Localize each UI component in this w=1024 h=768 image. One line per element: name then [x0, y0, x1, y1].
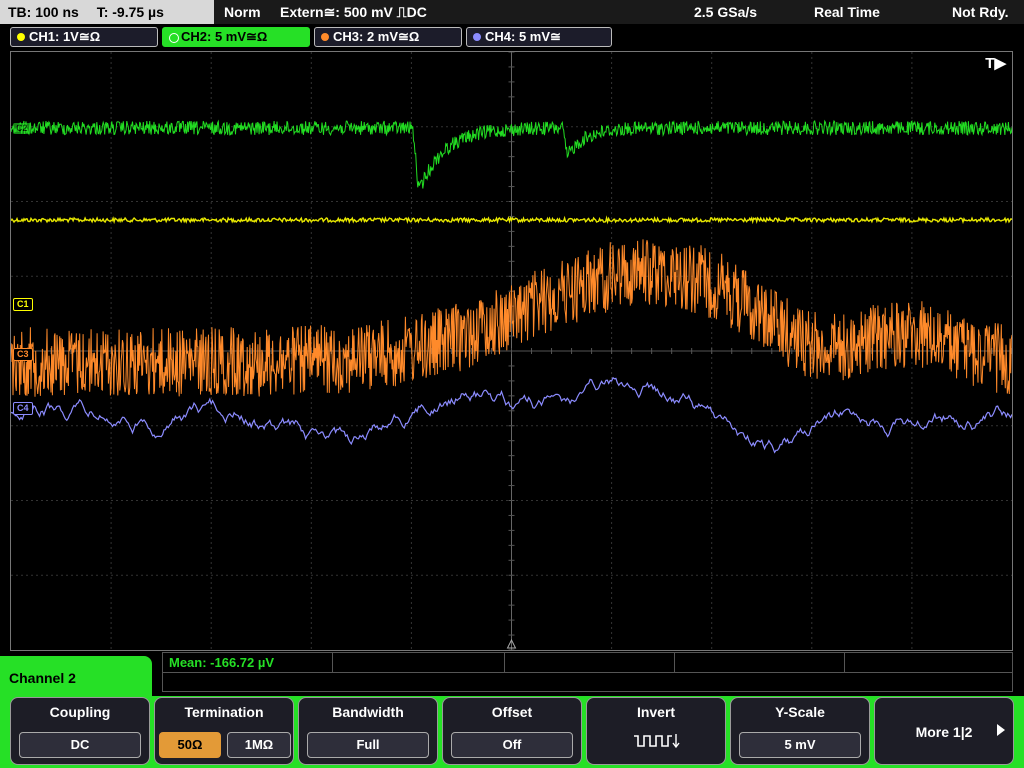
- invert-title: Invert: [636, 704, 676, 720]
- trigger-source[interactable]: Extern≅: 500 mV ⎍DC: [280, 0, 427, 24]
- trigger-time-value: T: -9.75 µs: [96, 4, 164, 20]
- more-label: More 1|2: [915, 724, 973, 740]
- trigger-mode[interactable]: Norm: [224, 0, 261, 24]
- tab-ch2[interactable]: CH2: 5 mV≅Ω: [162, 27, 310, 47]
- offset-softkey[interactable]: Offset Off: [442, 697, 582, 765]
- arrow-right-icon: [997, 724, 1005, 736]
- tab-ch4-label: CH4: 5 mV≅: [485, 29, 561, 44]
- offset-value[interactable]: Off: [451, 732, 573, 758]
- coupling-value[interactable]: DC: [19, 732, 141, 758]
- acquisition-state: Not Rdy.: [952, 4, 1009, 20]
- bandwidth-title: Bandwidth: [332, 704, 404, 720]
- yscale-value[interactable]: 5 mV: [739, 732, 861, 758]
- tab-ch4[interactable]: CH4: 5 mV≅: [466, 27, 612, 47]
- ch1-color-dot: [17, 33, 25, 41]
- termination-title: Termination: [184, 704, 264, 720]
- sample-rate: 2.5 GSa/s: [694, 4, 758, 20]
- ch4-offset-marker[interactable]: C4: [13, 402, 33, 415]
- ch3-offset-marker[interactable]: C3: [13, 348, 33, 361]
- bandwidth-value[interactable]: Full: [307, 732, 429, 758]
- timebase-value: TB: 100 ns: [8, 4, 79, 20]
- measurement-panel: Mean: -166.72 µV: [162, 652, 1013, 692]
- ch1-offset-marker[interactable]: C1: [13, 298, 33, 311]
- tab-ch1-label: CH1: 1V≅Ω: [29, 29, 101, 44]
- more-softkey[interactable]: More 1|2: [874, 697, 1014, 765]
- ch2-color-dot: [169, 33, 179, 43]
- tab-ch3[interactable]: CH3: 2 mV≅Ω: [314, 27, 462, 47]
- yscale-softkey[interactable]: Y-Scale 5 mV: [730, 697, 870, 765]
- invert-softkey[interactable]: Invert: [586, 697, 726, 765]
- mean-measurement: Mean: -166.72 µV: [169, 655, 275, 670]
- ch2-offset-marker[interactable]: C2: [13, 123, 31, 134]
- tab-ch2-label: CH2: 5 mV≅Ω: [181, 29, 268, 44]
- channel-tabs: CH1: 1V≅Ω CH2: 5 mV≅Ω CH3: 2 mV≅Ω CH4: 5…: [0, 25, 1024, 49]
- tab-ch1[interactable]: CH1: 1V≅Ω: [10, 27, 158, 47]
- waveform-canvas: [11, 52, 1012, 650]
- trigger-position-marker: T▶: [985, 55, 1006, 72]
- tab-ch3-label: CH3: 2 mV≅Ω: [333, 29, 420, 44]
- termination-50ohm-option[interactable]: 50Ω: [159, 732, 221, 758]
- acquisition-mode[interactable]: Real Time: [814, 0, 880, 24]
- ch3-color-dot: [321, 33, 329, 41]
- coupling-softkey[interactable]: Coupling DC: [10, 697, 150, 765]
- offset-title: Offset: [491, 704, 533, 720]
- status-bar: TB: 100 ns T: -9.75 µs Norm Extern≅: 500…: [0, 0, 1024, 24]
- ch4-color-dot: [473, 33, 481, 41]
- termination-softkey[interactable]: Termination 50Ω 1MΩ: [154, 697, 294, 765]
- bandwidth-softkey[interactable]: Bandwidth Full: [298, 697, 438, 765]
- invert-waveform-icon: [587, 730, 725, 757]
- timebase-box[interactable]: TB: 100 ns T: -9.75 µs: [0, 0, 214, 24]
- menu-title: Channel 2: [0, 656, 152, 698]
- yscale-title: Y-Scale: [775, 704, 825, 720]
- waveform-display[interactable]: T▶ C2 C1 C3 C4: [10, 51, 1013, 651]
- termination-1mohm-option[interactable]: 1MΩ: [227, 732, 291, 758]
- coupling-title: Coupling: [49, 704, 111, 720]
